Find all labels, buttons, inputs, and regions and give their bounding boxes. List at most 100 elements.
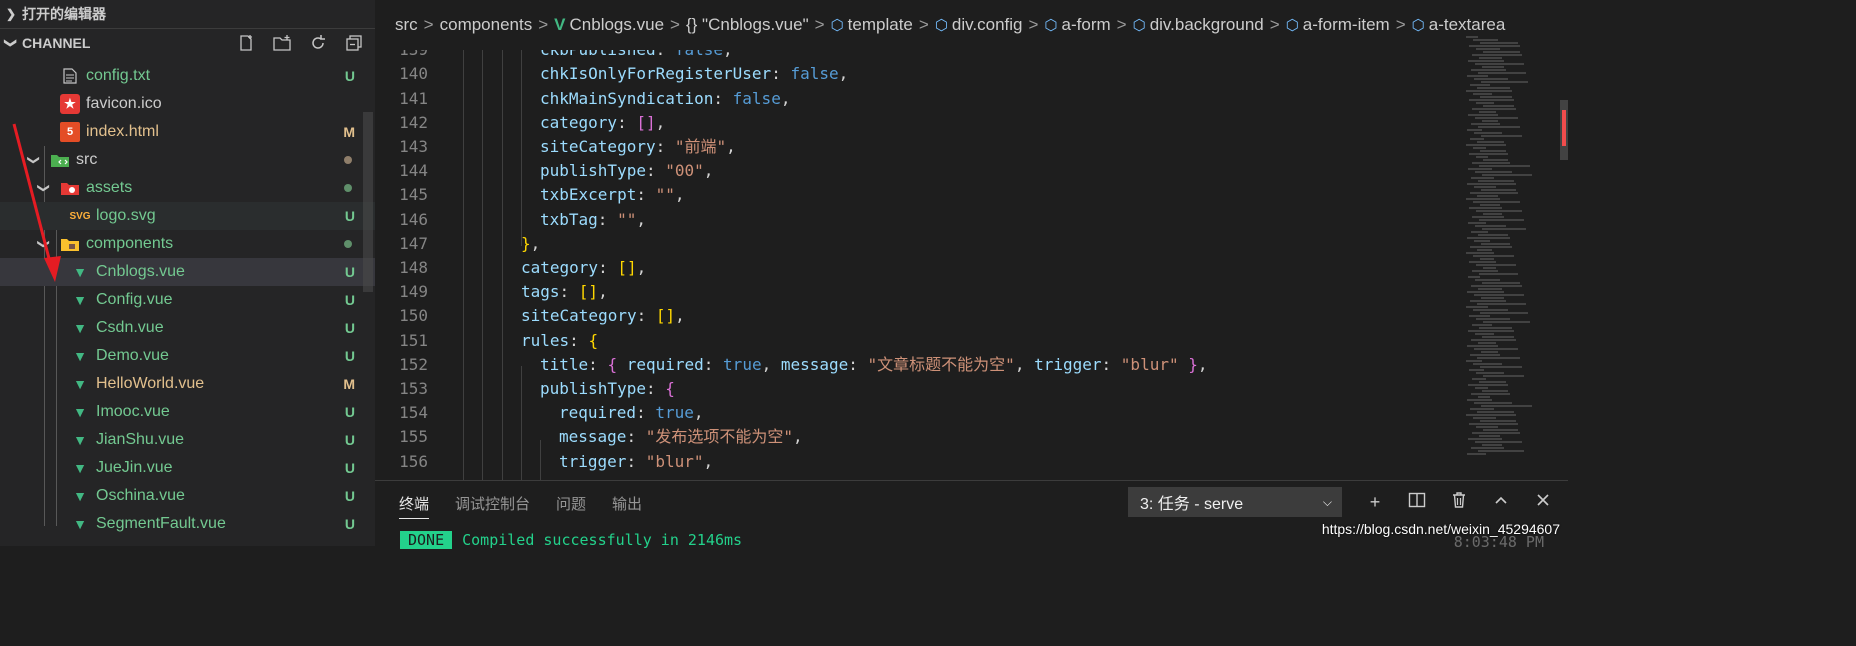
code-line[interactable]: txbExcerpt: "", [540,183,685,207]
explorer-actions [235,29,365,57]
refresh-icon[interactable] [307,32,329,54]
git-status-badge: U [344,348,355,364]
code-line[interactable]: publishType: { [540,377,675,401]
chevron-up-icon[interactable] [1491,492,1511,513]
vue-icon: ▼ [73,488,87,504]
breadcrumb: src > components > V Cnblogs.vue > {} "Cnblo… [375,0,1568,50]
code-line[interactable]: message: "发布选项不能为空", [559,425,803,449]
git-status-badge: U [344,488,355,504]
sidebar-scrollbar[interactable] [363,112,373,292]
tree-item-juejin-vue[interactable]: ▼ JueJin.vue U [0,454,375,482]
line-number: 142 [399,112,428,132]
git-status-badge: U [344,432,355,448]
breadcrumb-item[interactable]: components [440,15,533,35]
code-line[interactable]: siteCategory: [], [521,304,685,328]
code-line[interactable]: rules: { [521,329,598,353]
vue-icon: ▼ [73,348,87,364]
cube-icon: ⬡ [1044,17,1058,34]
tree-item-config-txt[interactable]: config.txt U [0,62,375,90]
code-line[interactable]: }, [521,232,540,256]
vue-icon: ▼ [73,292,87,308]
tree-item-demo-vue[interactable]: ▼ Demo.vue U [0,342,375,370]
tree-item-label: index.html [86,123,159,140]
breadcrumb-item[interactable]: {} "Cnblogs.vue" [686,15,809,35]
breadcrumb-item[interactable]: template [848,15,913,35]
folder-src-icon [50,150,70,170]
tree-item-components[interactable]: ❯ components [0,230,375,258]
minimap[interactable] [1460,36,1556,456]
breadcrumb-item[interactable]: src [395,15,418,35]
tree-item-jianshu-vue[interactable]: ▼ JianShu.vue U [0,426,375,454]
tab-output[interactable]: 输出 [612,481,642,525]
chevron-right-icon: > [814,15,825,34]
tree-item-helloworld-vue[interactable]: ▼ HelloWorld.vue M [0,370,375,398]
tree-item-cnblogs-vue[interactable]: ▼ Cnblogs.vue U [0,258,375,286]
plus-icon[interactable]: + [1365,492,1385,513]
tree-item-label: assets [86,179,133,196]
tree-item-src[interactable]: ❯ src [0,146,375,174]
git-status-badge: M [343,376,355,392]
breadcrumb-item[interactable]: div.config [952,15,1023,35]
tree-item-favicon[interactable]: ★ favicon.ico [0,90,375,118]
breadcrumb-item[interactable]: div.background [1150,15,1264,35]
chevron-right-icon: > [918,15,929,34]
line-number: 152 [399,354,428,374]
code-line[interactable]: required: true, [559,401,704,425]
tree-item-oschina-vue[interactable]: ▼ Oschina.vue U [0,482,375,510]
channel-header[interactable]: ❯ CHANNEL [0,28,375,57]
tree-item-assets[interactable]: ❯ assets [0,174,375,202]
new-file-icon[interactable] [235,32,257,54]
code-line[interactable]: tags: [], [521,280,608,304]
vue-icon: ▼ [73,516,87,532]
code-line[interactable]: publishType: "00", [540,159,713,183]
tree-item-csdn-vue[interactable]: ▼ Csdn.vue U [0,314,375,342]
tree-item-label: Cnblogs.vue [96,263,185,280]
tree-item-label: HelloWorld.vue [96,375,205,392]
tree-item-label: Demo.vue [96,347,169,364]
line-number: 155 [399,427,428,447]
code-line[interactable]: chkIsOnlyForRegisterUser: false, [540,62,848,86]
breadcrumb-item[interactable]: a-textarea [1429,15,1506,35]
code-line[interactable]: title: { required: true, message: "文章标题不… [540,353,1208,377]
split-icon[interactable] [1407,491,1427,514]
trash-icon[interactable] [1449,491,1469,514]
code-line[interactable]: trigger: "blur", [559,450,713,474]
git-status-badge: U [344,404,355,420]
tree-item-index-html[interactable]: 5 index.html M [0,118,375,146]
editor-scrollbar[interactable] [1560,100,1568,160]
tab-terminal[interactable]: 终端 [399,481,430,525]
code-line[interactable]: siteCategory: "前端", [540,135,736,159]
line-number: 149 [399,282,428,302]
tree-item-segmentfault-vue[interactable]: ▼ SegmentFault.vue U [0,510,375,538]
vue-icon: ▼ [73,376,87,392]
tree-item-imooc-vue[interactable]: ▼ Imooc.vue U [0,398,375,426]
line-number: 147 [399,233,428,253]
code-editor[interactable]: 138chkDisplayHomePage: false,139ckbPubli… [375,0,1568,480]
code-line[interactable]: category: [], [521,256,646,280]
breadcrumb-item[interactable]: Cnblogs.vue [570,15,665,35]
terminal-select[interactable]: 3: 任务 - serve ⌵ [1128,487,1342,517]
breadcrumb-item[interactable]: a-form [1062,15,1111,35]
chevron-down-icon: ❯ [37,182,51,194]
tree-item-config-vue[interactable]: ▼ Config.vue U [0,286,375,314]
folder-assets-icon [60,178,80,198]
svg-file-icon: SVG [69,210,91,222]
tab-debug-console[interactable]: 调试控制台 [455,481,530,525]
line-number: 153 [399,379,428,398]
text-file-icon [60,66,80,86]
git-status-badge: U [344,460,355,476]
open-editors-header[interactable]: ❯ 打开的编辑器 [0,0,375,28]
new-folder-icon[interactable] [271,32,293,54]
close-icon[interactable] [1533,492,1553,513]
code-line[interactable]: category: [], [540,111,665,135]
chevron-right-icon: > [1116,15,1127,34]
done-message: Compiled successfully in 2146ms [462,531,743,549]
code-line[interactable]: txbTag: "", [540,208,646,232]
code-line[interactable]: chkMainSyndication: false, [540,87,790,111]
breadcrumb-item[interactable]: a-form-item [1303,15,1390,35]
tab-problems[interactable]: 问题 [556,481,586,525]
collapse-all-icon[interactable] [343,32,365,54]
git-status-badge: U [344,292,355,308]
tree-item-logo-svg[interactable]: SVG logo.svg U [0,202,375,230]
tree-item-label: Imooc.vue [96,403,170,420]
